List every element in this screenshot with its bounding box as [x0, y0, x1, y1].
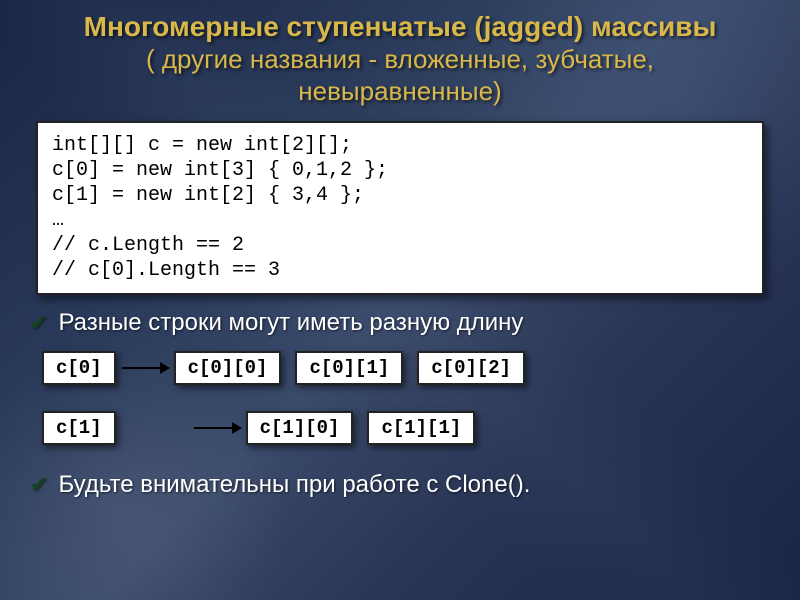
- slide: Многомерные ступенчатые (jagged) массивы…: [0, 0, 800, 600]
- code-box: int[][] c = new int[2][]; c[0] = new int…: [36, 121, 764, 295]
- diagram-cell: c[1][1]: [367, 411, 475, 445]
- bullet-2-text: Будьте внимательны при работе с Clone().: [58, 471, 530, 498]
- diagram-row-1: c[0] c[0][0] c[0][1] c[0][2]: [42, 351, 782, 385]
- slide-title: Многомерные ступенчатые (jagged) массивы: [18, 12, 782, 43]
- diagram-row-2: c[1] c[1][0] c[1][1]: [42, 411, 782, 445]
- diagram-cell: c[0][0]: [174, 351, 282, 385]
- slide-subtitle-line2: невыравненные): [18, 77, 782, 107]
- check-icon: ✔: [30, 310, 48, 335]
- bullet-1: ✔ Разные строки могут иметь разную длину: [30, 309, 782, 337]
- arrow-icon: [120, 356, 170, 380]
- check-icon: ✔: [30, 472, 48, 497]
- bullet-1-text: Разные строки могут иметь разную длину: [58, 309, 523, 336]
- diagram-head-c0: c[0]: [42, 351, 116, 385]
- diagram-cell: c[0][1]: [295, 351, 403, 385]
- code-content: int[][] c = new int[2][]; c[0] = new int…: [52, 133, 748, 283]
- diagram-cell: c[1][0]: [246, 411, 354, 445]
- bullet-2: ✔ Будьте внимательны при работе с Clone()…: [30, 471, 782, 499]
- diagram-head-c1: c[1]: [42, 411, 116, 445]
- slide-subtitle-line1: ( другие названия - вложенные, зубчатые,: [18, 45, 782, 75]
- array-diagram: c[0] c[0][0] c[0][1] c[0][2] c[1] c[1][0…: [42, 351, 782, 445]
- arrow-icon: [192, 416, 242, 440]
- diagram-cell: c[0][2]: [417, 351, 525, 385]
